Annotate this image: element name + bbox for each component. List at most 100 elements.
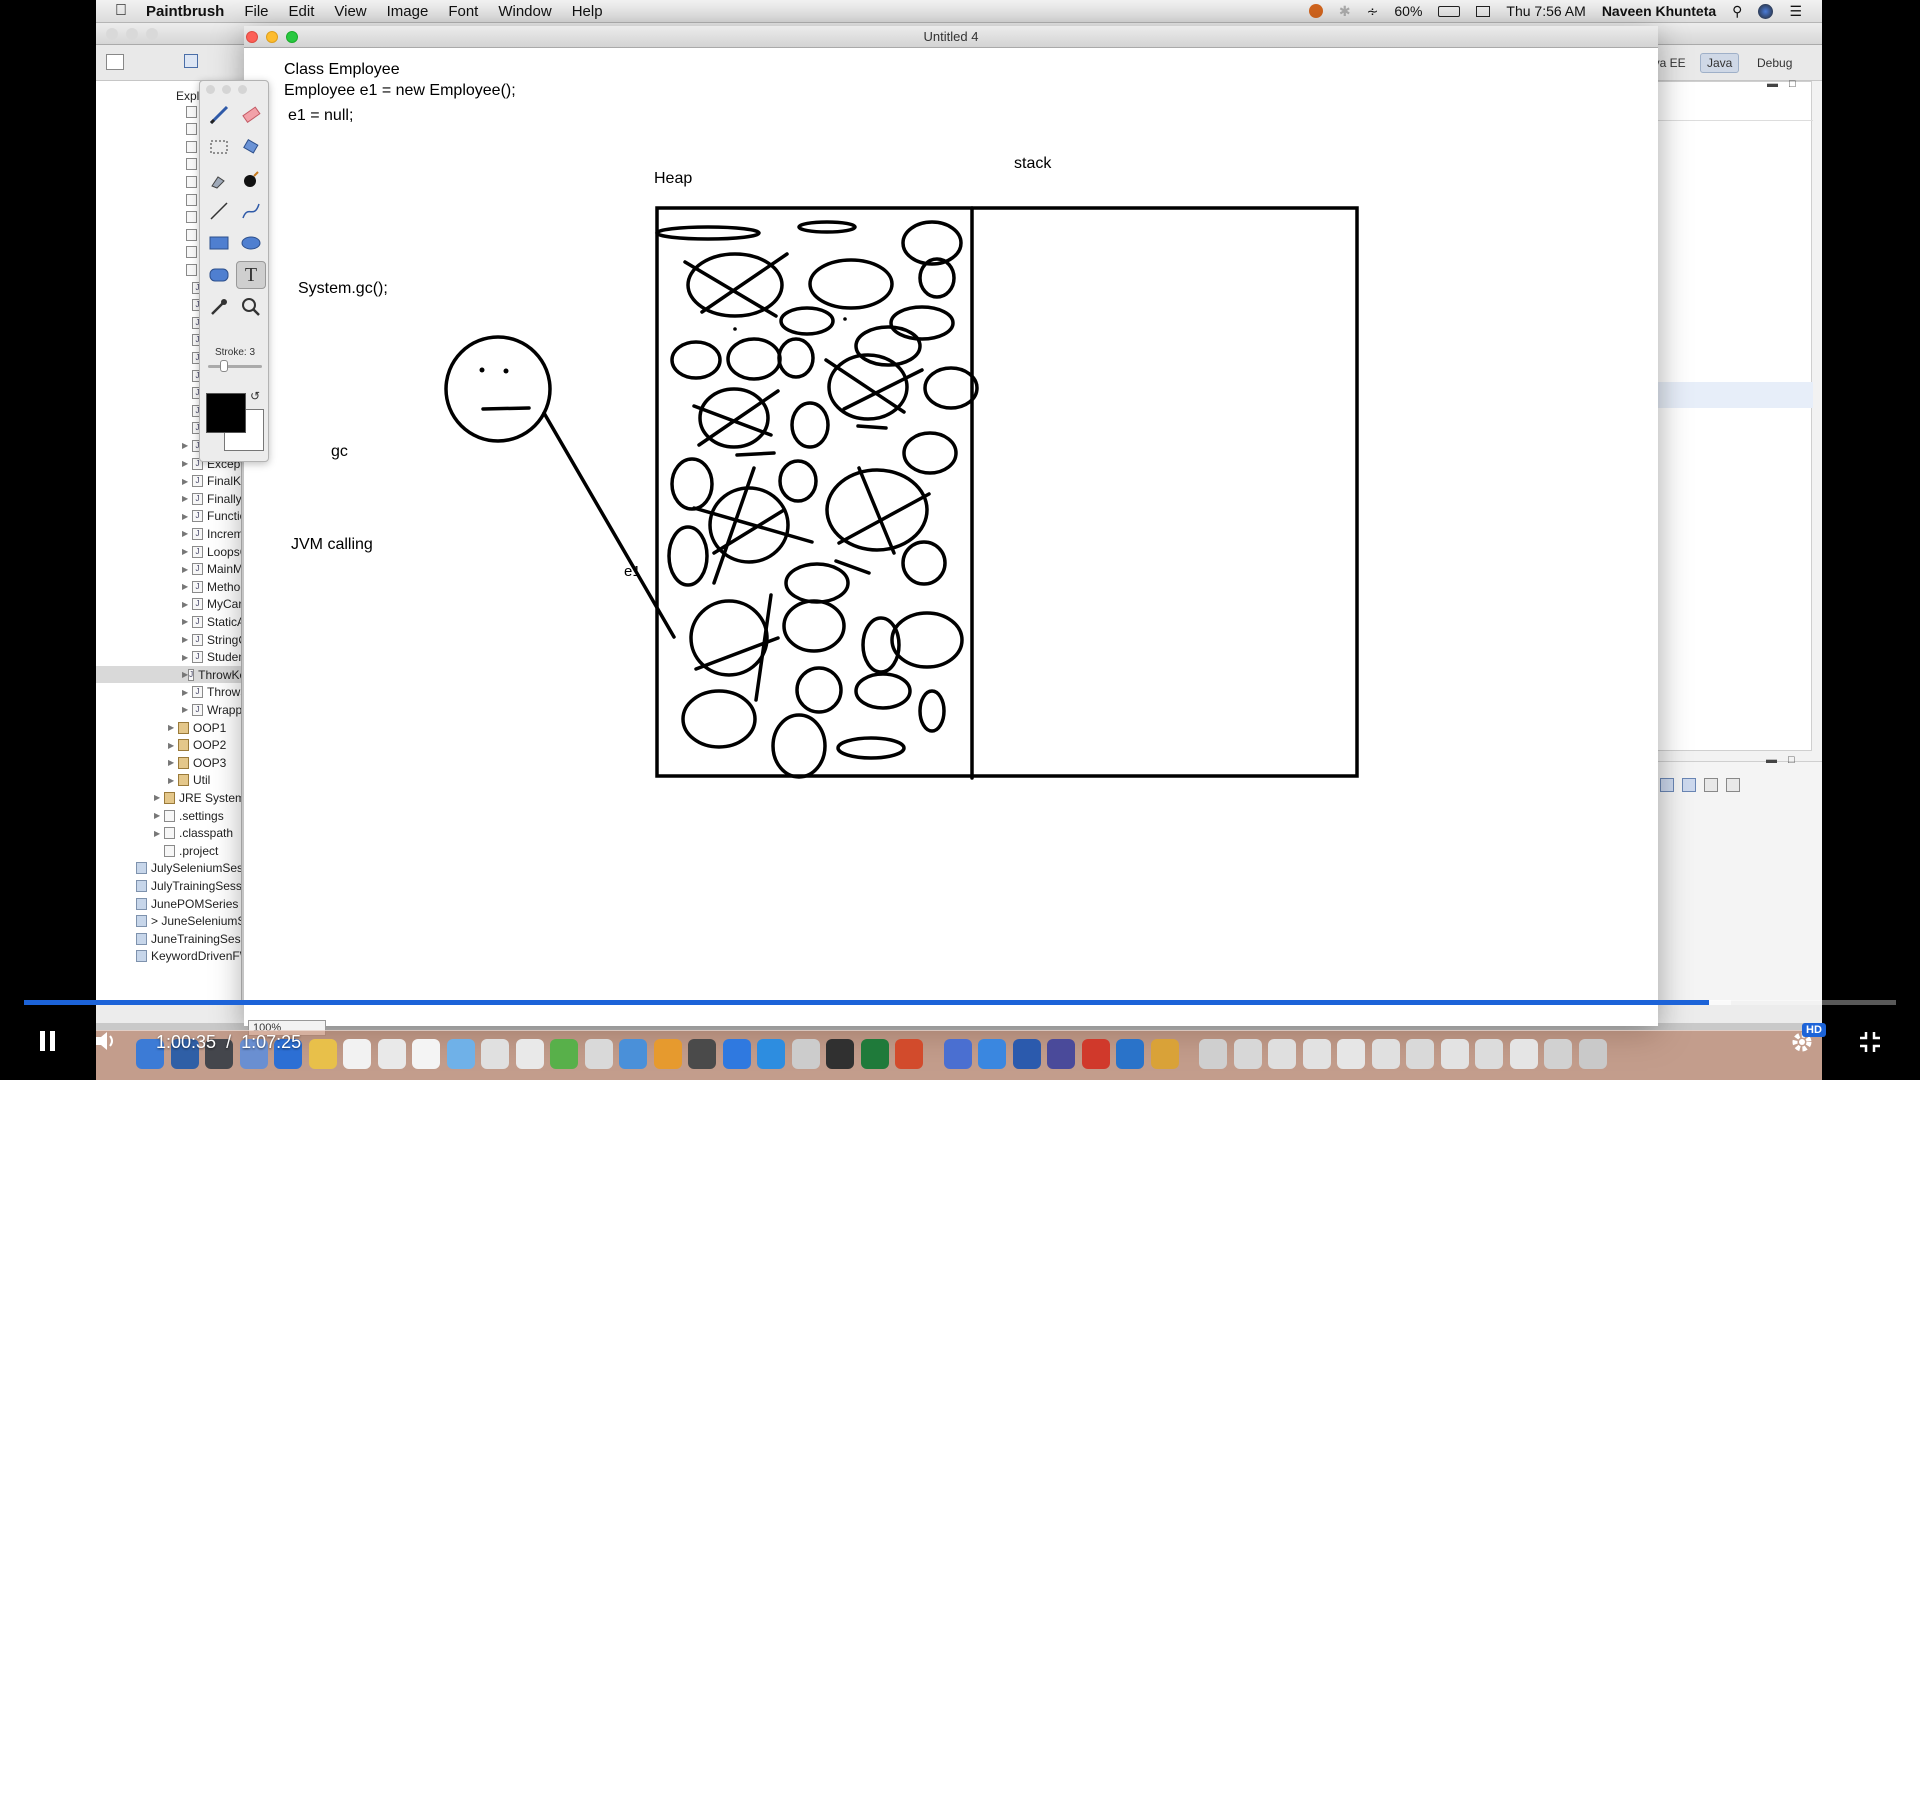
- palette-minimize-button[interactable]: [222, 85, 231, 94]
- expand-arrow-icon[interactable]: ▶: [182, 459, 192, 468]
- tree-item[interactable]: ▶J StaticAn: [96, 613, 241, 630]
- expand-arrow-icon[interactable]: ▶: [154, 811, 164, 820]
- bomb-tool-icon[interactable]: [236, 165, 266, 193]
- menu-file[interactable]: File: [244, 3, 268, 20]
- tree-item[interactable]: ▶ OOP2: [96, 737, 226, 754]
- tree-item[interactable]: ▶J ThrowsK: [96, 684, 241, 701]
- tree-item[interactable]: ▶J Wrapper: [96, 701, 241, 718]
- new-icon[interactable]: [106, 54, 124, 70]
- eraser-tool-icon[interactable]: [236, 101, 266, 129]
- tree-item[interactable]: ▶J Function: [96, 508, 241, 525]
- expand-arrow-icon[interactable]: ▶: [182, 477, 192, 486]
- expand-arrow-icon[interactable]: ▶: [182, 617, 192, 626]
- tree-item[interactable]: ▶J FinallyKe: [96, 490, 241, 507]
- volume-button[interactable]: [86, 1023, 126, 1059]
- zoom-tool-icon[interactable]: [236, 293, 266, 321]
- tree-item[interactable]: ▶J FinalKey: [96, 473, 241, 490]
- status-app-icon[interactable]: [1308, 4, 1323, 18]
- text-tool-icon[interactable]: T: [236, 261, 266, 289]
- tree-item[interactable]: ▶J MethodC: [96, 578, 241, 595]
- wifi-icon[interactable]: ∻: [1367, 3, 1379, 20]
- expand-arrow-icon[interactable]: ▶: [182, 494, 192, 503]
- eyedropper-tool-icon[interactable]: [204, 293, 234, 321]
- stroke-slider-thumb[interactable]: [220, 360, 228, 372]
- video-progress-bar[interactable]: [24, 1000, 1896, 1005]
- tree-item[interactable]: ▶ Util: [96, 772, 210, 789]
- save-icon[interactable]: [184, 54, 198, 68]
- tree-item[interactable]: ▶J StudentL: [96, 649, 241, 666]
- battery-icon[interactable]: [1438, 5, 1461, 17]
- console-tool-icon[interactable]: [1704, 778, 1718, 792]
- eclipse-close-button[interactable]: [106, 28, 118, 40]
- menu-image[interactable]: Image: [387, 3, 429, 20]
- expand-arrow-icon[interactable]: ▶: [182, 547, 192, 556]
- pause-button[interactable]: [28, 1023, 68, 1059]
- tree-item[interactable]: ▶ JRE System Lib: [96, 789, 241, 806]
- perspective-java[interactable]: Java: [1700, 53, 1740, 73]
- tree-item[interactable]: .project: [96, 842, 218, 859]
- rectangle-tool-icon[interactable]: [204, 229, 234, 257]
- expand-arrow-icon[interactable]: ▶: [182, 529, 192, 538]
- tree-item[interactable]: ▶ OOP3: [96, 754, 226, 771]
- apple-icon[interactable]: : [96, 2, 146, 20]
- spotlight-search-icon[interactable]: ⚲: [1732, 3, 1742, 20]
- tree-item[interactable]: ▶ .settings: [96, 807, 224, 824]
- menu-font[interactable]: Font: [448, 3, 478, 20]
- expand-arrow-icon[interactable]: ▶: [182, 512, 192, 521]
- drawing-canvas[interactable]: Class Employee Employee e1 = new Employe…: [244, 48, 1658, 1026]
- tree-item[interactable]: ▶J Incremer: [96, 525, 241, 542]
- user-name[interactable]: Naveen Khunteta: [1602, 3, 1716, 19]
- expand-arrow-icon[interactable]: ▶: [168, 723, 178, 732]
- maximize-icon[interactable]: □: [1789, 78, 1796, 90]
- expand-arrow-icon[interactable]: ▶: [154, 793, 164, 802]
- expand-arrow-icon[interactable]: ▶: [168, 776, 178, 785]
- eclipse-minimize-button[interactable]: [126, 28, 138, 40]
- tree-item[interactable]: KeywordDrivenFW: [96, 948, 241, 965]
- foreground-color-swatch[interactable]: [206, 393, 246, 433]
- console-tool-icon[interactable]: [1726, 778, 1740, 792]
- menu-window[interactable]: Window: [498, 3, 551, 20]
- battery-percent[interactable]: 60%: [1394, 3, 1422, 19]
- display-icon[interactable]: [1476, 5, 1491, 17]
- swap-colors-icon[interactable]: ↺: [250, 389, 260, 403]
- rounded-rectangle-tool-icon[interactable]: [204, 261, 234, 289]
- palette-zoom-button[interactable]: [238, 85, 247, 94]
- video-player[interactable]:  Paintbrush File Edit View Image Font W…: [0, 0, 1920, 1080]
- selection-tool-icon[interactable]: [204, 133, 234, 161]
- ellipse-tool-icon[interactable]: [236, 229, 266, 257]
- expand-arrow-icon[interactable]: ▶: [182, 441, 192, 450]
- tree-item[interactable]: ▶ OOP1: [96, 719, 226, 736]
- tree-item[interactable]: ▶ .classpath: [96, 825, 233, 842]
- paint-bucket-tool-icon[interactable]: [236, 133, 266, 161]
- expand-arrow-icon[interactable]: ▶: [182, 635, 192, 644]
- expand-arrow-icon[interactable]: ▶: [182, 565, 192, 574]
- tree-item[interactable]: JunePOMSeries: [96, 895, 238, 912]
- console-tool-icon[interactable]: [1660, 778, 1674, 792]
- clock[interactable]: Thu 7:56 AM: [1506, 3, 1585, 19]
- expand-arrow-icon[interactable]: ▶: [182, 688, 192, 697]
- siri-icon[interactable]: [1758, 3, 1774, 19]
- expand-arrow-icon[interactable]: ▶: [168, 758, 178, 767]
- expand-arrow-icon[interactable]: ▶: [154, 829, 164, 838]
- tree-item[interactable]: ▶ J ThrowKe: [96, 666, 241, 684]
- menu-help[interactable]: Help: [572, 3, 603, 20]
- expand-arrow-icon[interactable]: ▶: [182, 600, 192, 609]
- palette-close-button[interactable]: [206, 85, 215, 94]
- tree-item[interactable]: ▶J MyCar.ja: [96, 596, 241, 613]
- console-tool-icon[interactable]: [1682, 778, 1696, 792]
- brush-tool-icon[interactable]: [204, 165, 234, 193]
- pencil-tool-icon[interactable]: [204, 101, 234, 129]
- eclipse-zoom-button[interactable]: [146, 28, 158, 40]
- perspective-debug[interactable]: Debug: [1750, 53, 1799, 73]
- bluetooth-icon[interactable]: ✱: [1339, 3, 1351, 20]
- tree-item[interactable]: > JuneSeleniumSe: [96, 913, 241, 930]
- expand-arrow-icon[interactable]: ▶: [168, 741, 178, 750]
- minimize-icon[interactable]: ▬: [1766, 754, 1777, 766]
- menu-view[interactable]: View: [334, 3, 366, 20]
- tree-item[interactable]: ▶J StringCo: [96, 631, 241, 648]
- tree-item[interactable]: ▶J LoopsCo: [96, 543, 241, 560]
- exit-fullscreen-button[interactable]: [1852, 1025, 1888, 1059]
- tree-item[interactable]: JuneTrainingSessi: [96, 930, 241, 947]
- line-tool-icon[interactable]: [204, 197, 234, 225]
- expand-arrow-icon[interactable]: ▶: [182, 705, 192, 714]
